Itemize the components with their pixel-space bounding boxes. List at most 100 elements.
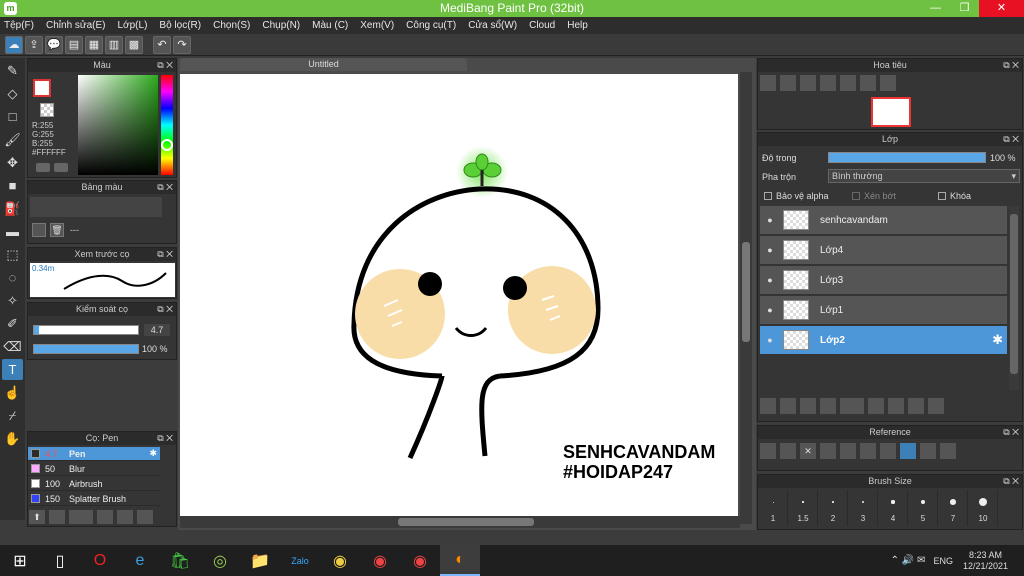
background-color-swatch[interactable] [40,103,54,117]
folder-icon[interactable] [868,398,884,414]
menu-cloud[interactable]: Cloud [529,20,555,31]
brush-size-slider[interactable] [33,325,139,335]
zalo-app-icon[interactable]: Zalo [280,545,320,576]
new-1bit-layer-icon[interactable] [820,398,836,414]
store-app-icon[interactable]: 🛍 [160,545,200,576]
explorer-app-icon[interactable]: 📁 [240,545,280,576]
gear-icon[interactable]: ✱ [149,448,157,459]
color-option-button-2[interactable] [54,163,68,172]
panel-controls-icon[interactable]: ⧉ ✕ [1003,133,1019,146]
lock-checkbox[interactable]: Khóa [938,191,971,201]
gear-icon[interactable]: ✱ [992,332,1003,348]
layer-opacity-slider[interactable] [828,152,986,163]
add-brush-icon[interactable]: ⬆ [29,510,45,524]
layer-row[interactable]: ● Lớp1 [760,296,1007,325]
upload-icon[interactable] [760,443,776,459]
ie-app-icon[interactable]: e [120,545,160,576]
document-icon[interactable]: ▦ [85,35,103,54]
bucket-tool-icon[interactable]: ⛽ [2,198,23,219]
close-button[interactable]: ✕ [979,0,1024,17]
select-eraser-tool-icon[interactable]: ⌫ [2,336,23,357]
visibility-icon[interactable]: ● [760,335,780,345]
zoom-out-icon[interactable] [800,75,816,91]
panel-controls-icon[interactable]: ⧉ ✕ [157,181,173,194]
drawing-canvas[interactable]: SENHCAVANDAM #HOIDAP247 [180,74,738,516]
trash-icon[interactable]: 🗑 [50,223,64,237]
brush-size-preset[interactable]: 2 [818,490,848,526]
new-palette-icon[interactable] [32,223,46,237]
layer-row[interactable]: ● Lớp3 [760,266,1007,295]
folder-icon[interactable] [117,510,133,524]
brush-size-preset[interactable]: 10 [968,490,998,526]
move-tool-icon[interactable]: ✥ [2,152,23,173]
hue-slider[interactable] [161,75,173,175]
merge-down-icon[interactable] [908,398,924,414]
copy-brush-icon[interactable] [97,510,113,524]
select-pen-tool-icon[interactable]: ✐ [2,313,23,334]
document-tab[interactable]: Untitled [180,58,467,71]
comment-icon[interactable]: 💬 [45,35,63,54]
brush-size-preset[interactable]: 1 [758,490,788,526]
eraser-tool-icon[interactable]: ◇ [2,83,23,104]
layer-row-active[interactable]: ● Lớp2 ✱ [760,326,1007,355]
duplicate-icon[interactable] [137,510,153,524]
brush-size-preset[interactable]: 7 [938,490,968,526]
brush-opacity-slider[interactable] [33,344,139,354]
visibility-icon[interactable]: ● [760,275,780,285]
clipping-checkbox[interactable]: Xén bớt [852,191,896,201]
menu-file[interactable]: Tệp(F) [4,20,34,31]
panel-controls-icon[interactable]: ⧉ ✕ [157,59,173,72]
eyedropper-tool-icon[interactable]: ⌿ [2,405,23,426]
magic-wand-tool-icon[interactable]: ✧ [2,290,23,311]
fit-icon[interactable] [780,75,796,91]
coccoc-app-icon[interactable]: ◎ [200,545,240,576]
rotate-icon[interactable] [920,443,936,459]
horizontal-scroll-thumb[interactable] [398,518,534,526]
trash-icon[interactable] [928,398,944,414]
navigator-thumbnail[interactable] [871,97,911,127]
panel-controls-icon[interactable]: ⧉ ✕ [1003,426,1019,439]
layer-row[interactable]: ● senhcavandam [760,206,1007,235]
flip-icon[interactable] [880,75,896,91]
menu-view[interactable]: Xem(V) [360,20,394,31]
brush-tool-icon[interactable]: 🖌 [2,129,23,150]
brush-size-preset[interactable]: 5 [908,490,938,526]
file-app-icon[interactable]: ▯ [40,545,80,576]
brush-item-splatter[interactable]: 150 Splatter Brush [28,492,160,506]
new-halftone-layer-icon[interactable] [780,398,796,414]
brush-item-pen[interactable]: 4.7 Pen ✱ [28,447,160,461]
close-icon[interactable]: ✕ [800,443,816,459]
brush-size-preset[interactable]: 4 [878,490,908,526]
share-icon[interactable]: ⇪ [25,35,43,54]
chrome-profile-c-icon[interactable]: ◉ [400,545,440,576]
hand-icon[interactable] [900,443,916,459]
chrome-profile-n-icon[interactable]: ◉ [360,545,400,576]
pen-tool-icon[interactable]: ✎ [2,60,23,81]
menu-help[interactable]: Help [567,20,588,31]
saturation-value-picker[interactable] [78,75,158,175]
visibility-icon[interactable]: ● [760,245,780,255]
gradient-tool-icon[interactable]: ▬ [2,221,23,242]
panel-controls-icon[interactable]: ⧉ ✕ [1003,59,1019,72]
brush-options-icon[interactable] [69,510,93,524]
language-indicator[interactable]: ENG [933,556,953,566]
layer-scrollbar[interactable] [1009,206,1019,390]
tray-icons[interactable]: ⌃ 🔊 ✉ [891,555,926,566]
redo-icon[interactable]: ↷ [173,35,191,54]
brush-item-airbrush[interactable]: 100 Airbrush [28,477,160,491]
zoom-out-icon[interactable] [860,443,876,459]
select-rect-tool-icon[interactable]: ⬚ [2,244,23,265]
cloud-sync-icon[interactable]: ☁ [5,35,23,54]
panel-layout-icon[interactable]: ▥ [105,35,123,54]
menu-layer[interactable]: Lớp(L) [118,20,148,31]
hue-handle[interactable] [161,139,173,151]
duplicate-layer-icon[interactable] [888,398,904,414]
operation-tool-icon[interactable]: ☝ [2,382,23,403]
menu-window[interactable]: Cửa sổ(W) [468,20,517,31]
menu-snap[interactable]: Chụp(N) [262,20,300,31]
brush-item-blur[interactable]: 50 Blur [28,462,160,476]
minimize-button[interactable]: — [921,0,950,17]
panel-controls-icon[interactable]: ⧉ ✕ [157,248,173,261]
text-tool-icon[interactable]: T [2,359,23,380]
rotate-left-icon[interactable] [820,75,836,91]
